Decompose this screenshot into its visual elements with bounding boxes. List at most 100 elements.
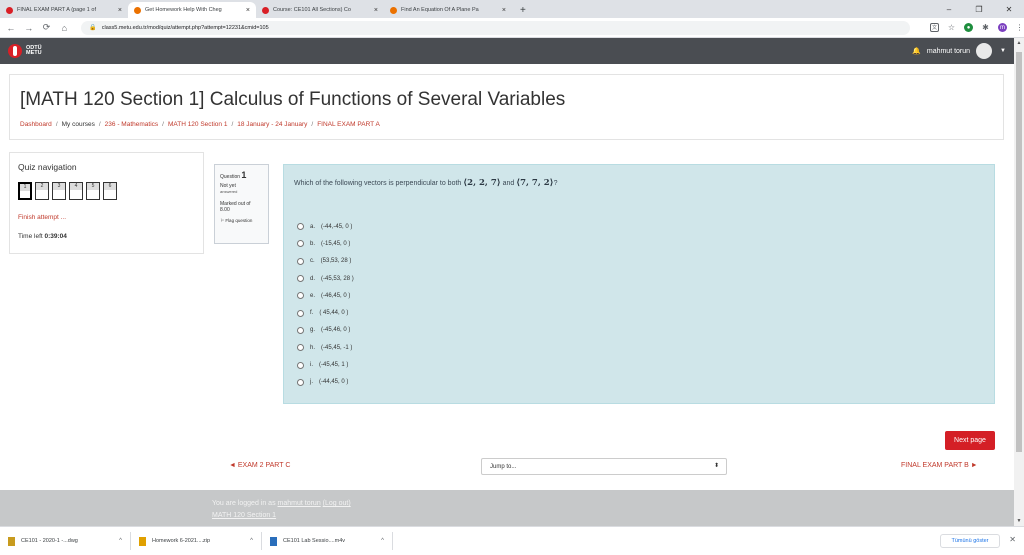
page-footer: You are logged in as mahmut torun (Log o… — [0, 490, 1014, 526]
close-window-icon[interactable]: ✕ — [994, 0, 1024, 18]
radio-button[interactable] — [297, 378, 304, 386]
show-all-downloads-button[interactable]: Tümünü göster — [940, 534, 1000, 548]
question-nav-button[interactable]: 4 — [69, 182, 83, 200]
vector-1: ⟨2, 2, 7⟩ — [463, 178, 501, 188]
radio-button[interactable] — [297, 361, 304, 369]
user-menu[interactable]: 🔔 mahmut torun ▼ — [912, 43, 1006, 59]
tab-close-icon[interactable]: × — [118, 7, 122, 14]
bell-icon[interactable]: 🔔 — [912, 47, 921, 55]
radio-button[interactable] — [297, 326, 304, 334]
radio-button[interactable] — [297, 292, 304, 300]
metu-favicon-icon — [262, 6, 269, 14]
back-arrow-icon[interactable]: ← — [4, 23, 18, 33]
breadcrumb-dashboard[interactable]: Dashboard — [20, 121, 52, 128]
next-activity-link[interactable]: FINAL EXAM PART B ► — [901, 462, 978, 469]
tab-close-icon[interactable]: × — [374, 7, 378, 14]
answer-option-j[interactable]: j. (-44,45, 0 ) — [297, 374, 354, 391]
download-item[interactable]: CE101 - 2020-1 -...dwg ^ — [8, 532, 131, 550]
jump-to-value: Jump to... — [490, 463, 517, 470]
flag-question-button[interactable]: ⚐ Flag question — [220, 218, 263, 224]
question-nav-button[interactable]: 2 — [35, 182, 49, 200]
scroll-down-icon[interactable]: ▼ — [1014, 518, 1024, 524]
forward-arrow-icon[interactable]: → — [22, 23, 36, 33]
url-input[interactable]: 🔒 class5.metu.edu.tr/mod/quiz/attempt.ph… — [81, 20, 910, 35]
breadcrumb-exam[interactable]: FINAL EXAM PART A — [317, 121, 380, 128]
time-left-value: 0:39:04 — [44, 233, 67, 240]
avatar[interactable] — [976, 43, 993, 59]
chegg-favicon-icon — [134, 6, 141, 14]
radio-button[interactable] — [297, 223, 304, 231]
page-scrollbar[interactable]: ▲ ▼ — [1014, 38, 1024, 526]
radio-button[interactable] — [297, 309, 304, 317]
star-bookmark-icon[interactable]: ☆ — [947, 23, 956, 32]
minimize-icon[interactable]: – — [934, 0, 964, 18]
home-icon[interactable]: ⌂ — [57, 23, 71, 33]
answer-options: a. (-44,-45, 0 ) b. (-15,45, 0 ) c. (53,53,… — [297, 218, 354, 391]
quiz-navigation-block: Quiz navigation 1 2 3 4 5 6 Finish attem… — [9, 152, 204, 254]
maximize-icon[interactable]: ❐ — [964, 0, 994, 18]
metu-favicon-icon — [6, 6, 13, 14]
chevron-up-icon[interactable]: ^ — [381, 538, 384, 544]
browser-menu-icon[interactable]: ⋮ — [1015, 23, 1024, 32]
answer-option-f[interactable]: f.( 45,44, 0 ) — [297, 304, 354, 321]
vector-2: ⟨7, 7, 2⟩ — [516, 178, 554, 188]
chevron-up-icon[interactable]: ^ — [119, 538, 122, 544]
question-nav-button[interactable]: 6 — [103, 182, 117, 200]
translate-icon[interactable]: 文 — [930, 23, 939, 32]
url-text: class5.metu.edu.tr/mod/quiz/attempt.php?… — [101, 24, 269, 31]
next-page-button[interactable]: Next page — [945, 431, 995, 450]
reload-icon[interactable]: ⟳ — [40, 22, 54, 33]
chevron-down-icon[interactable]: ▼ — [1000, 48, 1006, 54]
radio-button[interactable] — [297, 257, 304, 265]
breadcrumb-course[interactable]: MATH 120 Section 1 — [168, 121, 228, 128]
tab-title: Get Homework Help With Cheg — [145, 7, 222, 13]
radio-button[interactable] — [297, 275, 304, 283]
answer-option-a[interactable]: a. (-44,-45, 0 ) — [297, 218, 354, 235]
user-name[interactable]: mahmut torun — [927, 48, 970, 55]
browser-tab[interactable]: Find An Equation Of A Plane Pa × — [384, 2, 512, 18]
close-icon[interactable]: ✕ — [1009, 535, 1016, 544]
question-nav-button[interactable]: 5 — [86, 182, 100, 200]
answer-option-h[interactable]: h. (-45,45, -1 ) — [297, 339, 354, 356]
answer-option-d[interactable]: d. (-45,53, 28 ) — [297, 270, 354, 287]
profile-avatar-icon[interactable]: m — [998, 23, 1007, 32]
browser-tab-active[interactable]: Get Homework Help With Cheg × — [128, 2, 256, 18]
tab-close-icon[interactable]: × — [502, 7, 506, 14]
chevron-up-icon[interactable]: ^ — [250, 538, 253, 544]
metu-logo[interactable]: ODTÜ METU — [8, 44, 42, 58]
logout-link[interactable]: (Log out) — [323, 500, 351, 507]
radio-button[interactable] — [297, 240, 304, 248]
breadcrumb-week[interactable]: 18 January - 24 January — [237, 121, 307, 128]
jump-to-select[interactable]: Jump to... ⬍ — [481, 458, 727, 475]
answer-option-g[interactable]: g. (-45,46, 0 ) — [297, 322, 354, 339]
answer-option-i[interactable]: i. (-45,45, 1 ) — [297, 356, 354, 373]
browser-tab[interactable]: Course: CE101 All Sections) Co × — [256, 2, 384, 18]
question-grade: Marked out of 8.00 — [220, 201, 251, 213]
address-bar: ← → ⟳ ⌂ 🔒 class5.metu.edu.tr/mod/quiz/at… — [0, 18, 1024, 38]
extension-green-icon[interactable]: ● — [964, 23, 973, 32]
radio-button[interactable] — [297, 344, 304, 352]
breadcrumb-mathematics[interactable]: 236 - Mathematics — [105, 121, 158, 128]
scroll-up-icon[interactable]: ▲ — [1014, 40, 1024, 46]
footer-course-link[interactable]: MATH 120 Section 1 — [212, 512, 276, 519]
video-file-icon — [270, 536, 277, 546]
tab-title: Course: CE101 All Sections) Co — [273, 7, 351, 13]
question-nav-button[interactable]: 3 — [52, 182, 66, 200]
answer-option-b[interactable]: b. (-15,45, 0 ) — [297, 235, 354, 252]
user-profile-link[interactable]: mahmut torun — [278, 500, 321, 507]
finish-attempt-link[interactable]: Finish attempt ... — [18, 214, 66, 221]
scrollbar-thumb[interactable] — [1016, 52, 1022, 452]
new-tab-button[interactable]: + — [512, 2, 534, 18]
puzzle-extension-icon[interactable]: ✱ — [981, 23, 990, 32]
answer-option-e[interactable]: e. (-46,45, 0 ) — [297, 287, 354, 304]
browser-tab[interactable]: FINAL EXAM PART A (page 1 of × — [0, 2, 128, 18]
window-controls: – ❐ ✕ — [934, 0, 1024, 18]
lock-icon: 🔒 — [89, 25, 97, 31]
answer-option-c[interactable]: c. (53,53, 28 ) — [297, 253, 354, 270]
question-info: Question 1 Not yet answered Marked out o… — [214, 164, 269, 244]
download-item[interactable]: CE101 Lab Sessio....m4v ^ — [270, 532, 393, 550]
previous-activity-link[interactable]: ◄ EXAM 2 PART C — [229, 462, 290, 469]
download-item[interactable]: Homework 6-2021....zip ^ — [139, 532, 262, 550]
question-nav-button[interactable]: 1 — [18, 182, 32, 200]
tab-close-icon[interactable]: × — [246, 7, 250, 14]
